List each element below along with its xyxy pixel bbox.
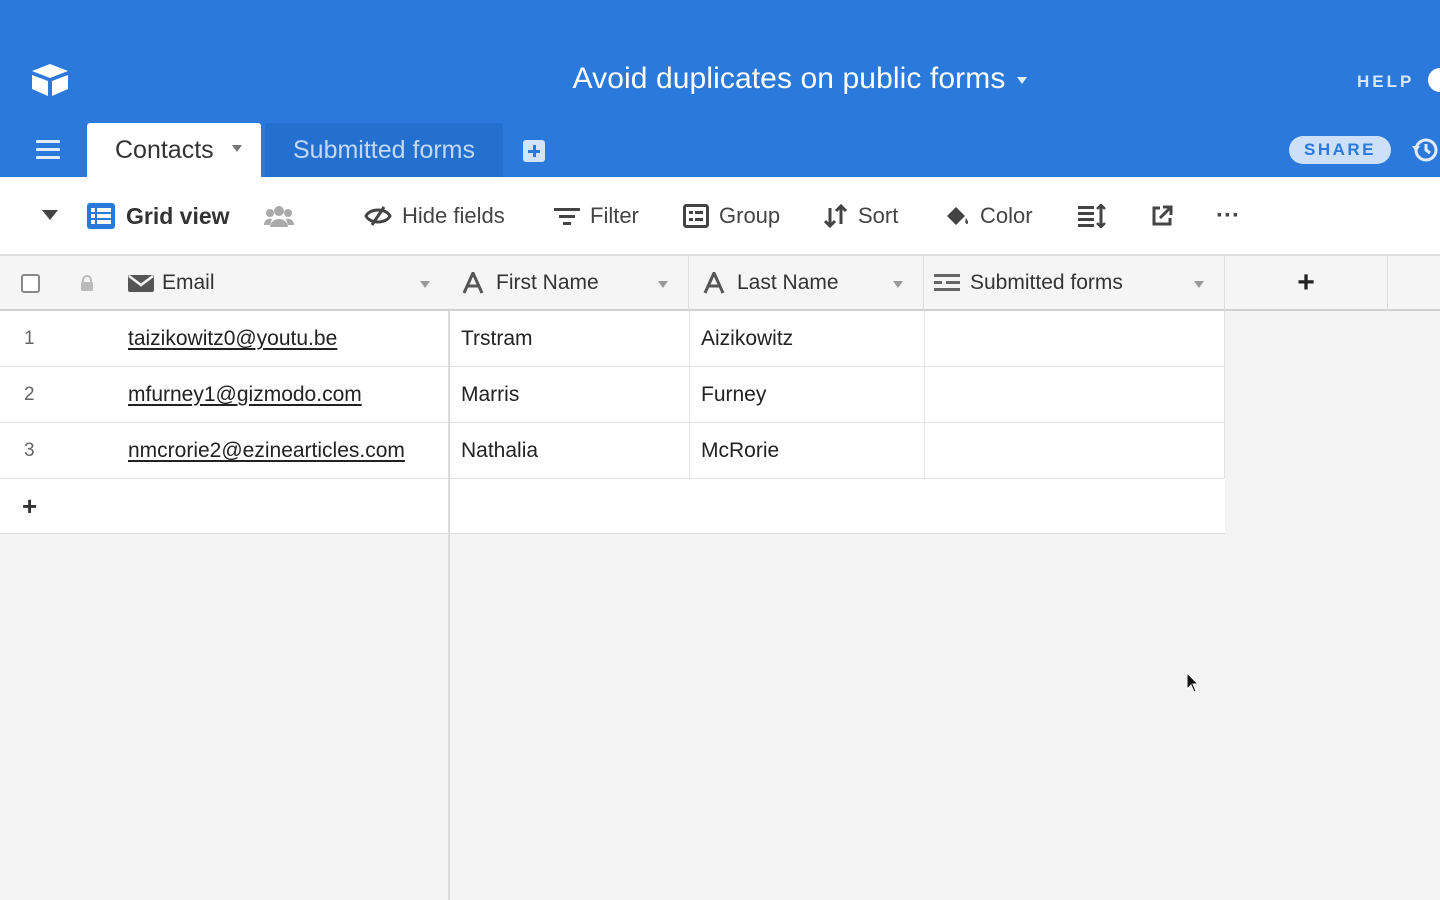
help-button[interactable]: HELP	[1357, 72, 1414, 92]
sort-label: Sort	[858, 203, 899, 228]
cell-submitted-forms[interactable]	[925, 367, 1225, 423]
cell-first-name[interactable]: Trstram	[450, 311, 690, 367]
cell-first-name[interactable]: Marris	[450, 367, 690, 423]
table-tabs: Contacts Submitted forms	[0, 123, 1440, 177]
column-name: Submitted forms	[970, 271, 1123, 294]
share-view-icon[interactable]	[1150, 177, 1174, 255]
header-filler	[1388, 255, 1440, 311]
hide-fields-button[interactable]: Hide fields	[364, 177, 505, 255]
group-label: Group	[719, 203, 781, 228]
cell-submitted-forms[interactable]	[925, 423, 1225, 479]
mouse-cursor-icon	[1186, 672, 1200, 693]
grid-view-icon	[87, 203, 115, 229]
email-link[interactable]: mfurney1@gizmodo.com	[128, 383, 362, 407]
column-header-first-name[interactable]: First Name	[450, 256, 689, 310]
chevron-down-icon	[1017, 77, 1028, 84]
add-table-icon[interactable]	[523, 140, 545, 162]
color-label: Color	[980, 203, 1033, 228]
plus-icon[interactable]: +	[22, 491, 37, 522]
header-row: First Name Last Name Submitted forms	[450, 255, 1225, 311]
plus-icon: +	[1297, 265, 1315, 299]
view-toolbar: Grid view Hide fields Filter Group Sort …	[0, 177, 1440, 255]
chevron-down-icon[interactable]	[231, 144, 242, 152]
view-name: Grid view	[126, 202, 230, 229]
add-field-button[interactable]: +	[1225, 255, 1388, 311]
frozen-pane-background	[0, 534, 450, 900]
cell-first-name[interactable]: Nathalia	[450, 423, 690, 479]
share-button[interactable]: SHARE	[1289, 136, 1391, 164]
history-icon[interactable]	[1410, 136, 1440, 164]
chevron-down-icon[interactable]	[42, 210, 58, 220]
filter-label: Filter	[590, 203, 639, 228]
row-number: 3	[24, 440, 35, 461]
column-name: Last Name	[737, 271, 839, 294]
column-header-last-name[interactable]: Last Name	[689, 256, 924, 310]
column-header-email[interactable]: Email	[128, 256, 450, 310]
table-row[interactable]: 3 nmcrorie2@ezinearticles.com Nathalia M…	[0, 423, 1225, 479]
cell-email[interactable]: taizikowitz0@youtu.be	[128, 311, 450, 367]
cell-last-name[interactable]: McRorie	[690, 423, 925, 479]
chevron-down-icon[interactable]	[1194, 281, 1204, 288]
filter-button[interactable]: Filter	[554, 177, 639, 255]
hamburger-menu-icon[interactable]	[36, 140, 64, 162]
table-row[interactable]: 2 mfurney1@gizmodo.com Marris Furney	[0, 367, 1225, 423]
select-all-checkbox[interactable]	[0, 256, 60, 310]
column-name: Email	[162, 271, 215, 294]
table-row[interactable]: 1 taizikowitz0@youtu.be Trstram Aizikowi…	[0, 311, 1225, 367]
text-field-icon	[462, 272, 484, 294]
row-number: 2	[24, 384, 35, 405]
row-height-icon[interactable]	[1078, 177, 1106, 255]
cell-last-name[interactable]: Aizikowitz	[690, 311, 925, 367]
tab-label: Contacts	[115, 135, 214, 164]
cell-submitted-forms[interactable]	[925, 311, 1225, 367]
help-circle-icon[interactable]	[1428, 68, 1440, 92]
group-button[interactable]: Group	[683, 177, 780, 255]
chevron-down-icon[interactable]	[658, 281, 668, 288]
base-title: Avoid duplicates on public forms	[572, 62, 1006, 95]
hide-fields-icon	[364, 206, 392, 226]
linked-record-icon	[934, 274, 960, 291]
tab-label: Submitted forms	[293, 135, 476, 164]
app-header: Avoid duplicates on public forms HELP Co…	[0, 0, 1440, 177]
add-record-row[interactable]: +	[0, 479, 1225, 534]
more-options-button[interactable]: ···	[1216, 177, 1240, 255]
collaborators-icon[interactable]	[264, 177, 294, 255]
view-switcher[interactable]: Grid view	[86, 177, 230, 255]
paint-bucket-icon	[947, 207, 969, 225]
hide-fields-label: Hide fields	[402, 203, 505, 228]
row-number: 1	[24, 328, 35, 349]
tab-contacts[interactable]: Contacts	[87, 123, 261, 177]
tab-submitted-forms[interactable]: Submitted forms	[265, 123, 503, 177]
lock-icon	[80, 256, 108, 310]
cell-email[interactable]: mfurney1@gizmodo.com	[128, 367, 450, 423]
column-name: First Name	[496, 271, 599, 294]
airtable-logo-icon[interactable]	[28, 62, 72, 98]
text-field-icon	[703, 272, 725, 294]
cell-email[interactable]: nmcrorie2@ezinearticles.com	[128, 423, 450, 479]
sort-button[interactable]: Sort	[824, 177, 898, 255]
email-link[interactable]: nmcrorie2@ezinearticles.com	[128, 439, 405, 463]
color-button[interactable]: Color	[944, 177, 1033, 255]
frozen-header-row: Email	[0, 255, 450, 311]
cell-last-name[interactable]: Furney	[690, 367, 925, 423]
filter-icon	[554, 208, 580, 225]
email-link[interactable]: taizikowitz0@youtu.be	[128, 327, 337, 351]
base-title-dropdown[interactable]: Avoid duplicates on public forms	[573, 62, 1028, 96]
chevron-down-icon[interactable]	[893, 281, 903, 288]
sort-icon	[824, 204, 848, 228]
column-header-submitted-forms[interactable]: Submitted forms	[924, 256, 1225, 310]
chevron-down-icon[interactable]	[420, 281, 430, 288]
group-icon	[683, 204, 709, 228]
email-field-icon	[128, 275, 154, 292]
